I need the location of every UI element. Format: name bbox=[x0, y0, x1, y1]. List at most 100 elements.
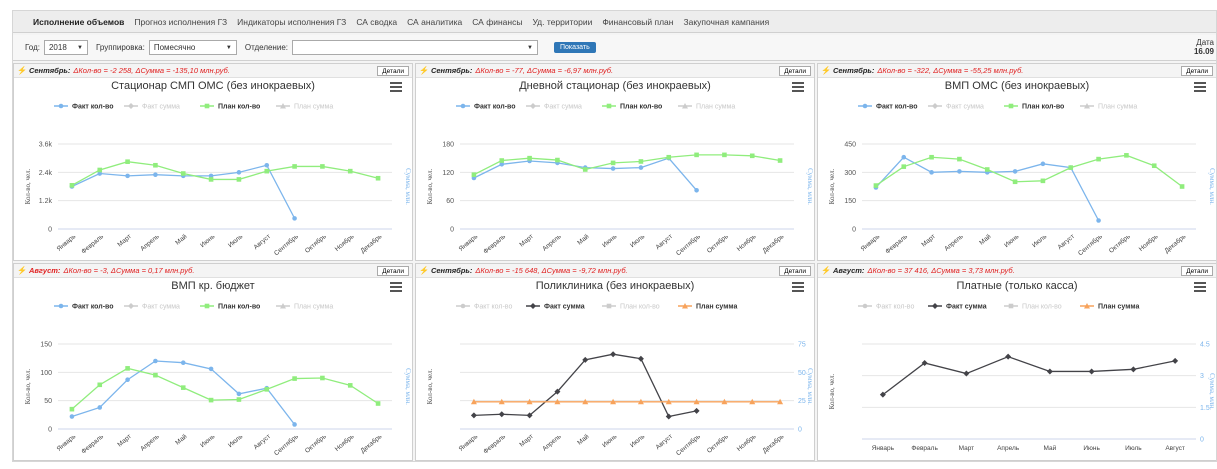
data-point[interactable] bbox=[1096, 156, 1101, 162]
data-point[interactable] bbox=[375, 401, 381, 406]
data-point[interactable] bbox=[1179, 184, 1185, 189]
nav-item-forecast[interactable]: Прогноз исполнения ГЗ bbox=[134, 17, 227, 27]
data-point[interactable] bbox=[638, 159, 644, 164]
legend-marker[interactable] bbox=[204, 103, 210, 109]
nav-item-sa-finance[interactable]: СА финансы bbox=[472, 17, 522, 27]
data-point[interactable] bbox=[347, 168, 353, 174]
group-select[interactable]: Помесячно ▼ bbox=[148, 40, 237, 55]
data-point[interactable] bbox=[582, 167, 588, 172]
data-point[interactable] bbox=[901, 154, 907, 160]
legend-item[interactable]: Факт сумма bbox=[946, 104, 984, 111]
legend-marker[interactable] bbox=[606, 303, 612, 309]
data-point[interactable] bbox=[694, 187, 699, 193]
data-point[interactable] bbox=[929, 154, 934, 160]
data-point[interactable] bbox=[873, 183, 879, 188]
data-point[interactable] bbox=[180, 385, 186, 390]
legend-marker[interactable] bbox=[606, 103, 612, 109]
legend-item[interactable]: План сумма bbox=[696, 104, 735, 111]
data-point[interactable] bbox=[498, 411, 505, 418]
data-point[interactable] bbox=[610, 160, 616, 166]
data-point[interactable] bbox=[527, 155, 532, 161]
legend-marker[interactable] bbox=[58, 103, 64, 109]
data-point[interactable] bbox=[1151, 163, 1157, 169]
data-point[interactable] bbox=[610, 166, 616, 171]
legend-marker[interactable] bbox=[1008, 303, 1014, 309]
nav-item-procurement[interactable]: Закупочная кампания bbox=[683, 17, 769, 27]
data-point[interactable] bbox=[471, 172, 477, 177]
data-point[interactable] bbox=[1130, 366, 1137, 373]
data-point[interactable] bbox=[1096, 218, 1101, 223]
data-point[interactable] bbox=[180, 171, 186, 176]
data-point[interactable] bbox=[236, 391, 242, 397]
data-point[interactable] bbox=[470, 412, 477, 419]
legend-item[interactable]: План сумма bbox=[1098, 304, 1140, 311]
data-point[interactable] bbox=[984, 167, 990, 172]
legend-item[interactable]: Факт кол-во bbox=[72, 104, 114, 111]
data-point[interactable] bbox=[1012, 179, 1018, 185]
legend-marker[interactable] bbox=[862, 103, 868, 109]
year-select[interactable]: 2018 ▼ bbox=[43, 40, 88, 55]
data-point[interactable] bbox=[264, 387, 270, 392]
data-point[interactable] bbox=[347, 383, 353, 388]
data-point[interactable] bbox=[292, 422, 297, 427]
data-point[interactable] bbox=[236, 170, 242, 175]
dept-select[interactable]: ▼ bbox=[292, 40, 538, 55]
legend-item[interactable]: План кол-во bbox=[620, 304, 660, 311]
data-point[interactable] bbox=[208, 397, 214, 403]
data-point[interactable] bbox=[97, 405, 103, 410]
data-point[interactable] bbox=[610, 351, 617, 358]
nav-item-volumes[interactable]: Исполнение объемов bbox=[33, 17, 124, 27]
data-point[interactable] bbox=[97, 382, 103, 388]
show-button[interactable]: Показать bbox=[554, 42, 596, 53]
legend-marker[interactable] bbox=[204, 303, 210, 309]
legend-item[interactable]: Факт сумма bbox=[142, 104, 180, 111]
legend-marker[interactable] bbox=[530, 303, 536, 309]
data-point[interactable] bbox=[1088, 368, 1095, 375]
data-point[interactable] bbox=[180, 360, 186, 365]
data-point[interactable] bbox=[97, 167, 103, 173]
legend-marker[interactable] bbox=[530, 103, 536, 109]
data-point[interactable] bbox=[1172, 357, 1179, 364]
data-point[interactable] bbox=[236, 397, 242, 402]
data-point[interactable] bbox=[1124, 153, 1129, 158]
nav-item-territories[interactable]: Уд. территории bbox=[532, 17, 592, 27]
data-point[interactable] bbox=[208, 177, 214, 182]
data-point[interactable] bbox=[722, 152, 727, 158]
data-point[interactable] bbox=[292, 164, 297, 169]
legend-marker[interactable] bbox=[1008, 103, 1014, 109]
data-point[interactable] bbox=[125, 377, 130, 382]
data-point[interactable] bbox=[208, 366, 214, 372]
data-point[interactable] bbox=[153, 372, 158, 378]
data-point[interactable] bbox=[957, 169, 962, 174]
data-point[interactable] bbox=[320, 375, 325, 381]
legend-marker[interactable] bbox=[932, 103, 938, 109]
legend-item[interactable]: План кол-во bbox=[218, 304, 260, 311]
data-point[interactable] bbox=[125, 366, 130, 371]
data-point[interactable] bbox=[153, 162, 158, 168]
data-point[interactable] bbox=[1005, 353, 1012, 360]
legend-marker[interactable] bbox=[460, 303, 466, 309]
data-point[interactable] bbox=[638, 165, 644, 170]
data-point[interactable] bbox=[901, 164, 907, 169]
data-point[interactable] bbox=[236, 177, 242, 182]
data-point[interactable] bbox=[320, 164, 325, 169]
data-point[interactable] bbox=[264, 162, 270, 168]
data-point[interactable] bbox=[153, 358, 158, 364]
legend-item[interactable]: Факт сумма bbox=[142, 304, 180, 311]
data-point[interactable] bbox=[292, 376, 297, 381]
data-point[interactable] bbox=[694, 152, 699, 158]
legend-item[interactable]: План кол-во bbox=[218, 104, 260, 111]
legend-item[interactable]: Факт кол-во bbox=[876, 104, 918, 111]
data-point[interactable] bbox=[69, 406, 75, 412]
legend-item[interactable]: План сумма bbox=[294, 104, 333, 111]
data-point[interactable] bbox=[957, 156, 962, 162]
legend-item[interactable]: План сумма bbox=[294, 304, 333, 311]
legend-item[interactable]: План кол-во bbox=[620, 104, 662, 111]
data-point[interactable] bbox=[69, 183, 75, 188]
data-point[interactable] bbox=[69, 414, 75, 419]
data-point[interactable] bbox=[1068, 165, 1074, 170]
data-point[interactable] bbox=[637, 355, 644, 362]
data-point[interactable] bbox=[1046, 368, 1053, 375]
data-point[interactable] bbox=[777, 158, 783, 163]
data-point[interactable] bbox=[499, 158, 505, 163]
